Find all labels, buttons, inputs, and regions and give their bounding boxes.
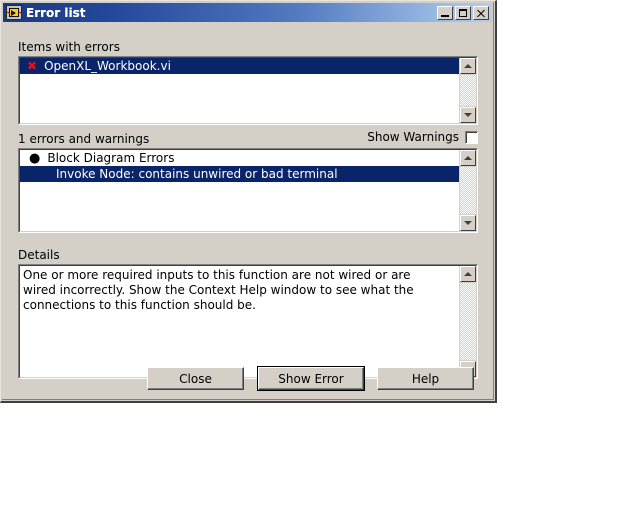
list-item[interactable]: ● Block Diagram Errors — [20, 150, 459, 166]
scroll-down-icon[interactable] — [460, 215, 476, 231]
scroll-up-icon[interactable] — [460, 58, 476, 74]
errors-and-warnings-rows: ● Block Diagram Errors Invoke Node: cont… — [20, 150, 459, 231]
dialog-client-area: Items with errors ✖ OpenXL_Workbook.vi 1… — [3, 24, 492, 398]
scroll-up-icon[interactable] — [460, 150, 476, 166]
details-label: Details — [18, 248, 60, 262]
close-button-label: Close — [179, 371, 212, 386]
window-title: Error list — [26, 5, 86, 20]
minimize-button[interactable] — [437, 5, 453, 20]
help-button-label: Help — [411, 371, 440, 386]
items-with-errors-rows: ✖ OpenXL_Workbook.vi — [20, 58, 459, 123]
red-x-icon: ✖ — [27, 59, 38, 73]
items-with-errors-list[interactable]: ✖ OpenXL_Workbook.vi — [18, 56, 478, 125]
help-button[interactable]: Help — [377, 367, 474, 390]
maximize-button[interactable] — [455, 5, 471, 20]
list-item-label: Block Diagram Errors — [47, 151, 175, 165]
show-error-button[interactable]: Show Error — [257, 366, 365, 391]
close-icon-button[interactable] — [473, 5, 489, 20]
errors-and-warnings-label: 1 errors and warnings — [18, 132, 150, 146]
title-bar[interactable]: Error list — [3, 3, 492, 22]
scroll-track[interactable] — [460, 75, 476, 106]
show-warnings-label: Show Warnings — [367, 130, 459, 144]
errors-and-warnings-list[interactable]: ● Block Diagram Errors Invoke Node: cont… — [18, 148, 478, 233]
details-text: One or more required inputs to this func… — [23, 268, 414, 312]
list-item-label: Invoke Node: contains unwired or bad ter… — [56, 167, 338, 181]
show-warnings-checkbox[interactable] — [465, 130, 478, 144]
show-error-button-label: Show Error — [278, 371, 344, 386]
list-item[interactable]: ✖ OpenXL_Workbook.vi — [20, 58, 459, 74]
details-content: One or more required inputs to this func… — [20, 266, 459, 377]
scroll-up-icon[interactable] — [460, 266, 476, 282]
window-controls — [437, 5, 489, 20]
labview-vi-icon — [6, 5, 22, 20]
scroll-track[interactable] — [460, 283, 476, 360]
details-scrollbar[interactable] — [459, 266, 476, 377]
bullet-icon: ● — [29, 150, 41, 166]
items-with-errors-label: Items with errors — [18, 40, 120, 54]
scroll-down-icon[interactable] — [460, 107, 476, 123]
details-textbox[interactable]: One or more required inputs to this func… — [18, 264, 478, 379]
close-button[interactable]: Close — [147, 367, 244, 390]
scroll-track[interactable] — [460, 167, 476, 214]
errors-list-scrollbar[interactable] — [459, 150, 476, 231]
error-list-window: Error list Items with errors ✖ OpenXL_Wo… — [0, 0, 497, 403]
list-item[interactable]: Invoke Node: contains unwired or bad ter… — [20, 166, 459, 182]
items-list-scrollbar[interactable] — [459, 58, 476, 123]
list-item-label: OpenXL_Workbook.vi — [44, 59, 171, 73]
show-warnings-control[interactable]: Show Warnings — [367, 130, 478, 144]
